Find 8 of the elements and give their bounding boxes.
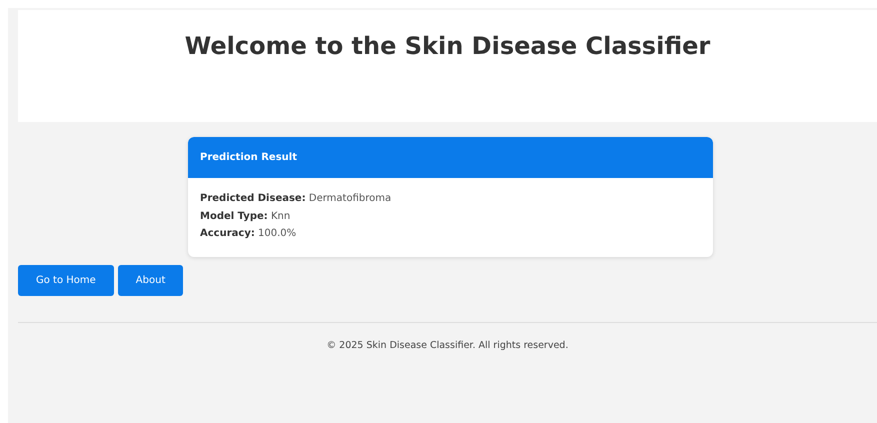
- page-title: Welcome to the Skin Disease Classifier: [184, 32, 712, 61]
- nav-button[interactable]: About: [118, 264, 184, 296]
- nav-button[interactable]: Go to Home: [18, 264, 114, 296]
- card-header: Prediction Result: [188, 137, 713, 178]
- result-line: Predicted Disease: Dermatofibroma: [200, 192, 392, 206]
- copyright-text: © 2025 Skin Disease Classifier. All rights reserved.: [326, 340, 568, 350]
- result-line: Model Type: Knn: [200, 210, 292, 224]
- result-line: Accuracy: 100.0%: [200, 227, 298, 241]
